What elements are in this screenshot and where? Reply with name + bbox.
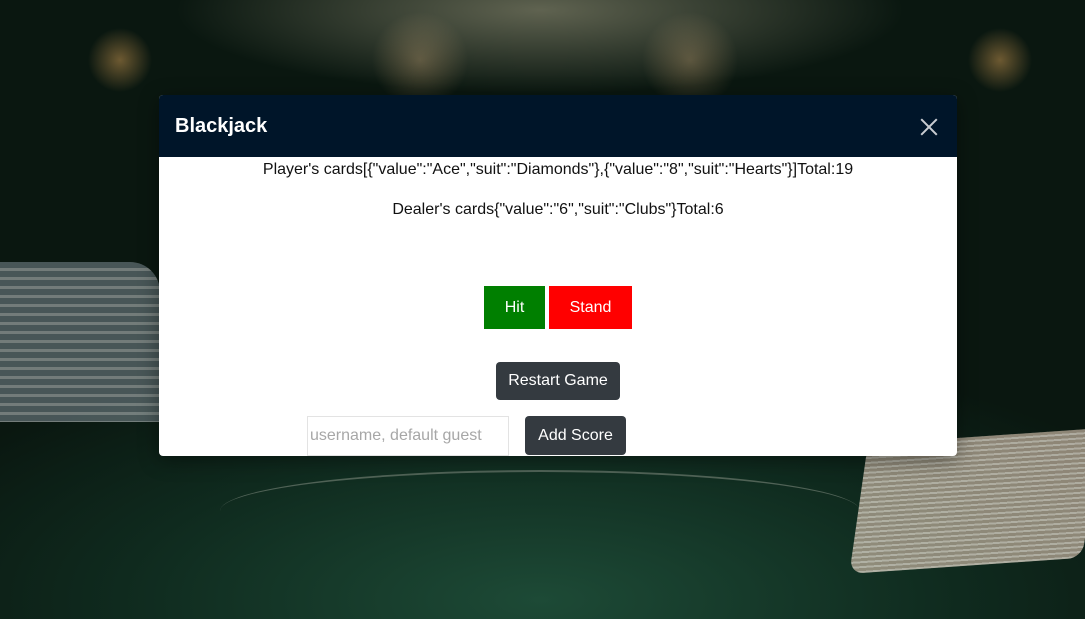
player-total-label: Total:	[797, 161, 836, 178]
table-felt-arc	[220, 470, 860, 552]
dealer-cards-value: {"value":"6","suit":"Clubs"}	[494, 201, 677, 218]
modal-header: Blackjack	[159, 95, 957, 157]
player-cards-line: Player's cards[{"value":"Ace","suit":"Di…	[159, 161, 957, 179]
dealer-cards-line: Dealer's cards{"value":"6","suit":"Clubs…	[159, 201, 957, 219]
username-input[interactable]	[307, 416, 509, 456]
dealer-cards-label: Dealer's cards	[392, 201, 495, 218]
hit-button[interactable]: Hit	[484, 286, 545, 329]
poker-chips-stack	[0, 262, 160, 422]
player-cards-value: [{"value":"Ace","suit":"Diamonds"},{"val…	[362, 161, 798, 178]
stand-button[interactable]: Stand	[549, 286, 632, 329]
player-total-value: 19	[835, 161, 854, 178]
dealer-total-value: 6	[714, 201, 724, 218]
dealer-total-label: Total:	[676, 201, 715, 218]
player-cards-label: Player's cards	[262, 161, 363, 178]
add-score-button[interactable]: Add Score	[525, 416, 626, 455]
restart-game-button[interactable]: Restart Game	[496, 362, 620, 400]
close-icon[interactable]	[917, 114, 941, 138]
blackjack-modal: Blackjack Player's cards[{"value":"Ace",…	[159, 95, 957, 456]
modal-title: Blackjack	[175, 114, 268, 137]
